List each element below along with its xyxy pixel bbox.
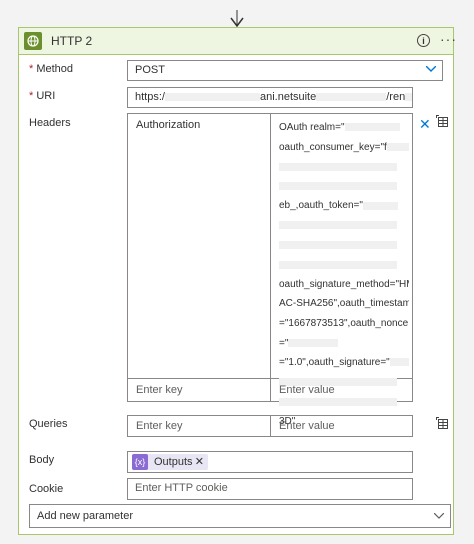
headers-label: Headers (29, 117, 71, 129)
globe-icon (24, 32, 42, 50)
more-options-icon[interactable]: ··· (440, 31, 457, 47)
token-label: Outputs (154, 456, 193, 468)
remove-token-icon[interactable]: ✕ (195, 455, 204, 468)
queries-table: Enter key Enter value (127, 415, 413, 437)
body-label: Body (29, 454, 55, 466)
header-new-value-input[interactable]: Enter value (279, 384, 335, 396)
info-icon[interactable]: i (417, 34, 430, 47)
method-dropdown[interactable]: POST (127, 60, 443, 81)
cookie-input[interactable]: Enter HTTP cookie (127, 478, 413, 500)
query-value-input[interactable]: Enter value (279, 420, 335, 432)
add-new-parameter-dropdown[interactable]: Add new parameter (29, 504, 451, 528)
method-value: POST (135, 64, 165, 76)
header-new-key-input[interactable]: Enter key (136, 384, 182, 396)
uri-input[interactable]: https:/ani.netsuite/ren (127, 87, 413, 108)
canvas-top (0, 0, 474, 10)
query-key-input[interactable]: Enter key (136, 420, 182, 432)
header-key-input[interactable]: Authorization (136, 119, 200, 131)
http-action-card: HTTP 2 i ··· * Method POST * URI https:/… (18, 27, 456, 535)
delete-header-icon[interactable]: ✕ (419, 116, 431, 133)
headers-table: Authorization OAuth realm=" oauth_consum… (127, 113, 413, 427)
chevron-down-icon (434, 513, 444, 519)
switch-to-text-mode-icon[interactable] (436, 417, 448, 429)
column-divider (270, 416, 271, 436)
column-divider (270, 114, 271, 401)
outputs-token[interactable]: {x} Outputs ✕ (132, 454, 208, 470)
cookie-label: Cookie (29, 483, 64, 495)
body-input[interactable]: {x} Outputs ✕ (127, 451, 413, 473)
queries-label: Queries (29, 418, 68, 430)
method-label: * Method (29, 63, 74, 75)
switch-to-text-mode-icon[interactable] (436, 115, 448, 127)
card-header[interactable]: HTTP 2 i ··· (19, 28, 456, 55)
expression-icon: {x} (132, 454, 148, 470)
chevron-down-icon (426, 66, 436, 72)
add-parameter-label: Add new parameter (37, 510, 133, 522)
uri-label: * URI (29, 90, 56, 102)
card-title[interactable]: HTTP 2 (51, 34, 92, 48)
